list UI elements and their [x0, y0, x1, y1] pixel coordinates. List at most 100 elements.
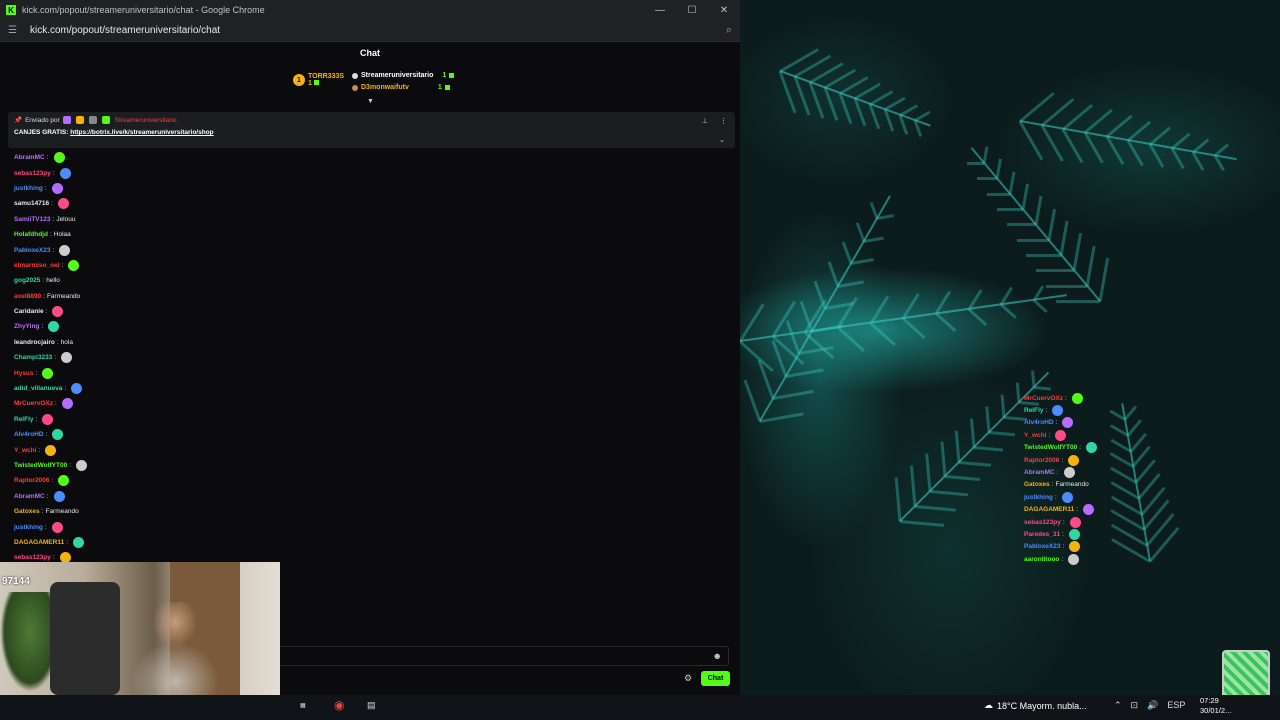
fern-leaf: [1021, 183, 1029, 210]
fern-leaf: [982, 146, 989, 164]
pinned-author[interactable]: Streameruniversitario: [115, 117, 177, 124]
chat-text: Farmeando: [1055, 481, 1089, 489]
chat-username[interactable]: adid_villanueva: [14, 385, 62, 392]
chat-username[interactable]: leandrocjairo: [14, 339, 55, 346]
chat-username[interactable]: ZhyYing: [14, 323, 39, 330]
fern-leaf: [869, 322, 896, 346]
separator: :: [46, 492, 49, 500]
fern-leaf: [1084, 109, 1113, 135]
taskbar-app-icon[interactable]: ▦: [300, 702, 306, 709]
chat-username[interactable]: Gatoxes: [14, 508, 40, 515]
chat-message: SamiiTV123: Jelouu: [14, 212, 714, 227]
minimize-button[interactable]: —: [644, 5, 676, 16]
chat-username[interactable]: Gatoxes: [1024, 481, 1050, 488]
pinned-link[interactable]: https://botrix.live/k/streameruniversita…: [70, 129, 213, 136]
fern-leaf: [827, 261, 840, 287]
maximize-button[interactable]: ☐: [676, 5, 708, 16]
zoom-icon[interactable]: ⌕: [726, 24, 732, 37]
calendar-app-icon[interactable]: ▤: [367, 700, 376, 711]
volume-icon[interactable]: 🔊: [1147, 700, 1158, 711]
emote-icon: [1069, 516, 1081, 528]
separator: :: [1061, 555, 1064, 563]
close-button[interactable]: ✕: [708, 5, 740, 16]
clock[interactable]: 07:29 30/01/2...: [1200, 696, 1231, 716]
chat-username[interactable]: Champi3233: [14, 354, 52, 361]
chat-username[interactable]: SamiiTV123: [14, 216, 51, 223]
chat-username[interactable]: axel8890: [14, 293, 41, 300]
chat-username[interactable]: elmarmiso_oel: [14, 262, 60, 269]
more-options-icon[interactable]: ⋮: [720, 117, 727, 125]
chat-username[interactable]: Y_wchi: [14, 447, 36, 454]
chat-username[interactable]: TwistedWolfYT00: [1024, 444, 1077, 451]
expand-chevron-icon[interactable]: ⌄: [719, 136, 725, 144]
chat-username[interactable]: Y_wchi: [1024, 432, 1046, 439]
chat-username[interactable]: aaronlitooo: [1024, 556, 1059, 563]
chat-username[interactable]: gog2025: [14, 277, 40, 284]
chat-username[interactable]: AbramMC: [1024, 469, 1055, 476]
send-chat-button[interactable]: Chat: [701, 671, 730, 686]
gifter-2[interactable]: Streameruniversitario 1: [352, 72, 455, 79]
chat-username[interactable]: sebas123py: [14, 170, 51, 177]
separator: :: [41, 323, 44, 331]
separator: :: [52, 215, 55, 223]
fern-leaf: [1047, 208, 1056, 241]
webcam-counter: 97144: [2, 576, 30, 587]
separator: :: [1051, 481, 1054, 489]
chat-username[interactable]: DAGAGAMER11: [14, 539, 64, 546]
chat-username[interactable]: sebas123py: [1024, 519, 1061, 526]
chat-username[interactable]: PabloxeX23: [1024, 543, 1061, 550]
fern-leaf: [1056, 300, 1100, 303]
fern-leaf: [902, 317, 926, 340]
network-icon[interactable]: ⊡: [1131, 700, 1139, 711]
chat-username[interactable]: Holafdhdjd: [14, 231, 48, 238]
chat-message: Hysus:: [14, 365, 714, 380]
collapse-arrow-icon[interactable]: ▼: [367, 98, 374, 105]
chat-username[interactable]: samu14716: [14, 200, 49, 207]
chat-input[interactable]: ☻: [278, 646, 729, 666]
chat-username[interactable]: Alv4roHD: [14, 431, 44, 438]
emote-icon: [1061, 491, 1073, 503]
chat-username[interactable]: justkhing: [1024, 494, 1053, 501]
gifter-3[interactable]: D3monwaifutv 1: [352, 84, 450, 91]
site-settings-icon[interactable]: ☰: [8, 25, 22, 36]
emote-picker-icon[interactable]: ☻: [713, 651, 722, 661]
url-text[interactable]: kick.com/popout/streameruniversitario/ch…: [30, 25, 726, 36]
fern-leaf: [1083, 132, 1104, 165]
chat-message: AbramMC:: [1024, 466, 1194, 479]
chat-username[interactable]: sebas123py: [14, 554, 51, 561]
chat-username[interactable]: Caridanie: [14, 308, 44, 315]
chat-username[interactable]: Raptor2006: [1024, 457, 1059, 464]
chat-username[interactable]: AbramMC: [14, 154, 45, 161]
chrome-icon[interactable]: ◉: [334, 698, 344, 712]
separator: :: [54, 354, 57, 362]
chat-username[interactable]: MrCuervOXz: [1024, 395, 1063, 402]
language-indicator[interactable]: ESP: [1167, 700, 1185, 711]
chat-username[interactable]: TwistedWolfYT00: [14, 462, 67, 469]
chat-username[interactable]: PabloxeX23: [14, 247, 51, 254]
chat-username[interactable]: RelFly: [1024, 407, 1044, 414]
separator: :: [51, 200, 53, 208]
gifter-count: 1: [437, 84, 442, 91]
chat-username[interactable]: justkhing: [14, 185, 43, 192]
address-bar[interactable]: ☰ kick.com/popout/streameruniversitario/…: [0, 20, 740, 42]
chat-username[interactable]: justkhing: [14, 524, 43, 531]
chevron-up-icon[interactable]: ⌃: [1114, 700, 1122, 711]
fern-leaf: [1000, 303, 1018, 320]
gifter-1[interactable]: 1 TORR333S 1: [293, 73, 344, 87]
unpin-icon[interactable]: ⊥: [702, 117, 708, 125]
chat-username[interactable]: RelFly: [14, 416, 34, 423]
emote-icon: [73, 536, 85, 548]
emote-icon: [53, 152, 65, 164]
chat-message: gog2025: hello: [14, 273, 714, 288]
weather-widget[interactable]: ☁ 18°C Mayorm. nubla...: [984, 700, 1087, 711]
chat-username[interactable]: Hysus: [14, 370, 34, 377]
chat-settings-icon[interactable]: ⚙: [684, 673, 692, 684]
chat-username[interactable]: AbramMC: [14, 493, 45, 500]
separator: :: [1065, 394, 1067, 402]
chat-username[interactable]: Alv4roHD: [1024, 419, 1054, 426]
chat-username[interactable]: MrCuervOXz: [14, 400, 53, 407]
chat-username[interactable]: Paredes_31: [1024, 531, 1060, 538]
chat-username[interactable]: DAGAGAMER11: [1024, 506, 1074, 513]
chat-username[interactable]: Raptor2006: [14, 477, 49, 484]
kick-logo-icon: K: [6, 5, 16, 15]
